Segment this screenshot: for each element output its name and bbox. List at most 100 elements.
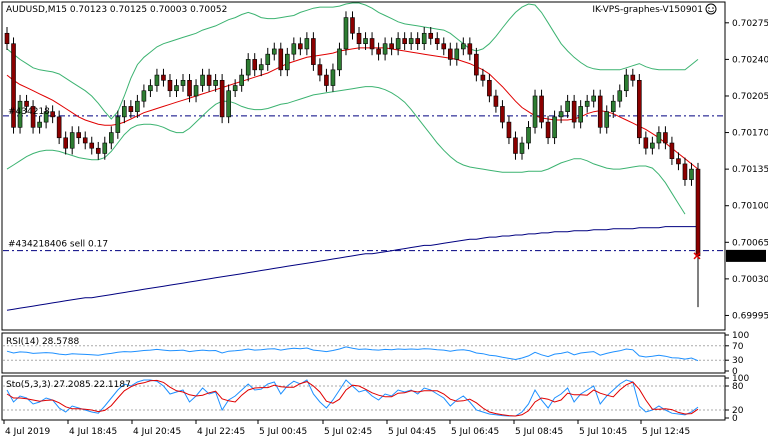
candle-body xyxy=(428,32,434,39)
candle-body xyxy=(187,79,192,97)
candle-body xyxy=(584,100,590,107)
candle-body xyxy=(154,74,160,86)
candle-body xyxy=(82,137,88,144)
candle-body xyxy=(285,53,290,71)
time-tick-label: 5 Jul 00:45 xyxy=(259,427,307,437)
candle-body xyxy=(89,142,95,149)
candle-body xyxy=(676,158,681,165)
candle-body xyxy=(382,43,388,55)
candle-body xyxy=(258,64,264,71)
price-tick-label: 0.70135 xyxy=(732,165,768,175)
time-tick-label: 4 Jul 18:45 xyxy=(69,427,117,437)
candle-body xyxy=(239,74,244,86)
candle-body xyxy=(337,48,342,71)
stoch-title: Sto(5,3,3) 27.2085 22.1187 xyxy=(6,380,131,390)
candle-body xyxy=(630,74,636,81)
candle-body xyxy=(298,43,303,50)
candle-body xyxy=(141,90,147,102)
chart-header-symbol: AUDUSD,M15 0.70123 0.70125 0.70003 0.700… xyxy=(6,5,227,15)
candle-body xyxy=(434,38,440,45)
candle-body xyxy=(474,53,479,76)
order-level-label-upper: #434218 xyxy=(8,107,50,117)
candle-body xyxy=(663,132,668,144)
chart-window[interactable]: 0.70275 0.70240 0.70205 0.70170 0.70135 0.701… xyxy=(0,0,768,440)
candle-body xyxy=(441,43,447,50)
current-price-label: 0.70052 xyxy=(729,252,766,262)
candle-body xyxy=(232,85,238,92)
candle-body xyxy=(656,132,662,144)
time-tick-label: 4 Jul 22:45 xyxy=(197,427,245,437)
candle-body xyxy=(578,106,583,123)
candle-body xyxy=(461,43,466,50)
price-tick-label: 0.70100 xyxy=(732,202,768,212)
price-tick-label: 0.69995 xyxy=(732,311,768,321)
candle-body xyxy=(526,127,531,144)
candle-body xyxy=(330,69,336,86)
candle-body xyxy=(695,168,701,257)
candle-body xyxy=(643,137,649,149)
candle-body xyxy=(682,163,688,180)
rsi-tick-label: 30 xyxy=(732,356,744,366)
stoch-tick-label: 80 xyxy=(732,382,744,392)
candle-body xyxy=(245,59,251,76)
candle-body xyxy=(506,121,512,139)
candle-body xyxy=(24,100,29,107)
candle-body xyxy=(467,43,473,55)
price-tick-label: 0.70205 xyxy=(732,92,768,102)
candle-body xyxy=(271,48,277,55)
candle-body xyxy=(63,137,68,149)
candle-body xyxy=(617,90,623,102)
time-tick-label: 4 Jul 2019 xyxy=(5,427,50,437)
price-tick-label: 0.70030 xyxy=(732,275,768,285)
candle-body xyxy=(532,95,538,128)
candle-body xyxy=(454,48,460,60)
candle-body xyxy=(200,74,205,86)
candle-body xyxy=(148,85,153,92)
time-tick-label: 5 Jul 06:45 xyxy=(451,427,499,437)
candle-body xyxy=(180,79,186,86)
candle xyxy=(11,37,16,134)
price-axis: 0.70275 0.70240 0.70205 0.70170 0.70135 0.701… xyxy=(725,19,768,321)
candle-body xyxy=(135,100,140,112)
time-tick-label: 4 Jul 20:45 xyxy=(133,427,181,437)
candle-body xyxy=(558,111,564,118)
time-tick-label: 5 Jul 12:45 xyxy=(642,427,690,437)
candle-body xyxy=(597,95,603,128)
candle-body xyxy=(213,79,218,86)
candle-body xyxy=(115,116,121,133)
candle-body xyxy=(376,48,381,55)
candle-body xyxy=(278,48,284,71)
candle-body xyxy=(311,38,316,65)
account-name: IK-VPS-graphes-V150901 xyxy=(592,5,703,15)
candle-body xyxy=(447,48,453,60)
price-tick-label: 0.70170 xyxy=(732,129,768,139)
rsi-title: RSI(14) 28.5788 xyxy=(6,337,79,347)
candle-body xyxy=(487,79,492,97)
candle-body xyxy=(122,106,127,118)
candle-body xyxy=(545,121,551,139)
candle-body xyxy=(324,74,329,86)
candle-body xyxy=(343,17,349,50)
chart-canvas[interactable]: 0.70275 0.70240 0.70205 0.70170 0.70135 0.701… xyxy=(0,0,768,440)
time-tick-label: 5 Jul 04:45 xyxy=(388,427,436,437)
candle-body xyxy=(421,32,427,45)
candle-body xyxy=(265,53,271,65)
candle-body xyxy=(669,142,675,159)
candle-body xyxy=(402,38,407,45)
price-tick-label: 0.70240 xyxy=(732,55,768,65)
order-level-label-sell: #434218406 sell 0.17 xyxy=(8,240,108,250)
candle xyxy=(597,89,603,134)
candle-body xyxy=(500,106,505,123)
rsi-tick-label: 70 xyxy=(732,342,744,352)
candle-body xyxy=(389,43,394,50)
candle-body xyxy=(539,95,544,123)
candle-body xyxy=(317,64,323,76)
candle xyxy=(343,11,349,56)
current-price-tag: 0.70052 xyxy=(726,249,766,262)
candle-body xyxy=(206,74,212,86)
candle-body xyxy=(95,147,101,154)
candle-body xyxy=(193,85,199,97)
candle-body xyxy=(219,79,225,118)
candle-body xyxy=(291,43,297,55)
candle-body xyxy=(363,38,368,45)
